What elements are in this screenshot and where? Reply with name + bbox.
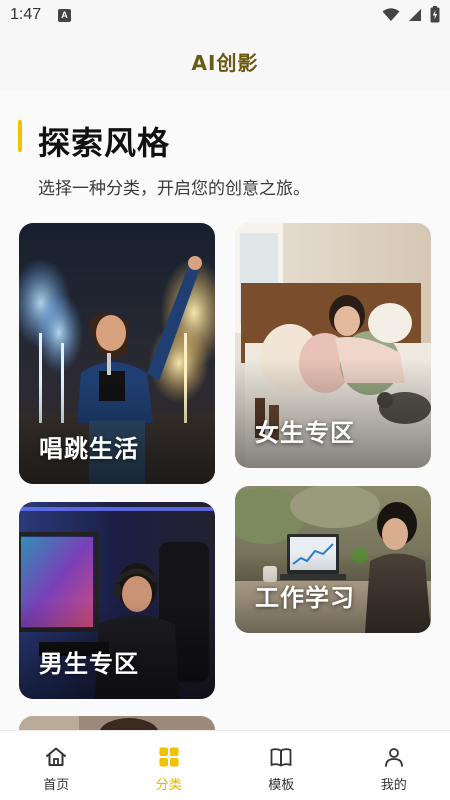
category-card-sing-dance[interactable]: 唱跳生活 xyxy=(19,223,215,484)
profile-icon xyxy=(384,748,403,767)
page-title: 探索风格 xyxy=(38,124,171,162)
battery-icon xyxy=(430,6,440,23)
status-icons xyxy=(382,6,440,23)
app-title: AI创影 xyxy=(191,50,259,75)
partial-card-photo xyxy=(19,716,215,730)
page-subtitle: 选择一种分类，开启您的创意之旅。 xyxy=(38,179,310,199)
tab-label: 我的 xyxy=(380,778,407,793)
status-bar: 1:47 A xyxy=(0,0,450,32)
bottom-tab-bar: 首页 分类 模板 我的 xyxy=(0,730,450,800)
signal-icon xyxy=(409,8,421,21)
tab-label: 分类 xyxy=(155,778,182,793)
category-card-work-study[interactable]: 工作学习 xyxy=(235,486,431,633)
app-bar: AI创影 xyxy=(0,32,450,90)
tab-profile[interactable]: 我的 xyxy=(338,731,450,800)
category-label: 唱跳生活 xyxy=(39,435,139,463)
home-icon xyxy=(46,747,67,766)
category-content[interactable]: 探索风格 选择一种分类，开启您的创意之旅。 唱跳生活 女生专区 男生专区 工作学… xyxy=(0,90,450,730)
title-accent-bar xyxy=(18,120,22,152)
wifi-icon xyxy=(382,7,400,21)
category-label: 男生专区 xyxy=(39,650,139,678)
book-icon xyxy=(270,748,292,767)
status-time: 1:47 xyxy=(10,6,42,23)
tab-home[interactable]: 首页 xyxy=(0,731,113,800)
category-label: 女生专区 xyxy=(255,419,355,447)
tab-label: 首页 xyxy=(43,778,70,793)
tab-label: 模板 xyxy=(268,778,295,793)
grid-icon xyxy=(159,747,179,767)
category-card-girls[interactable]: 女生专区 xyxy=(235,223,431,468)
tab-category[interactable]: 分类 xyxy=(113,731,226,800)
category-label: 工作学习 xyxy=(255,584,355,612)
tab-templates[interactable]: 模板 xyxy=(225,731,338,800)
notification-badge: A xyxy=(58,9,71,22)
category-card-partial[interactable] xyxy=(19,716,215,730)
category-card-boys[interactable]: 男生专区 xyxy=(19,502,215,699)
